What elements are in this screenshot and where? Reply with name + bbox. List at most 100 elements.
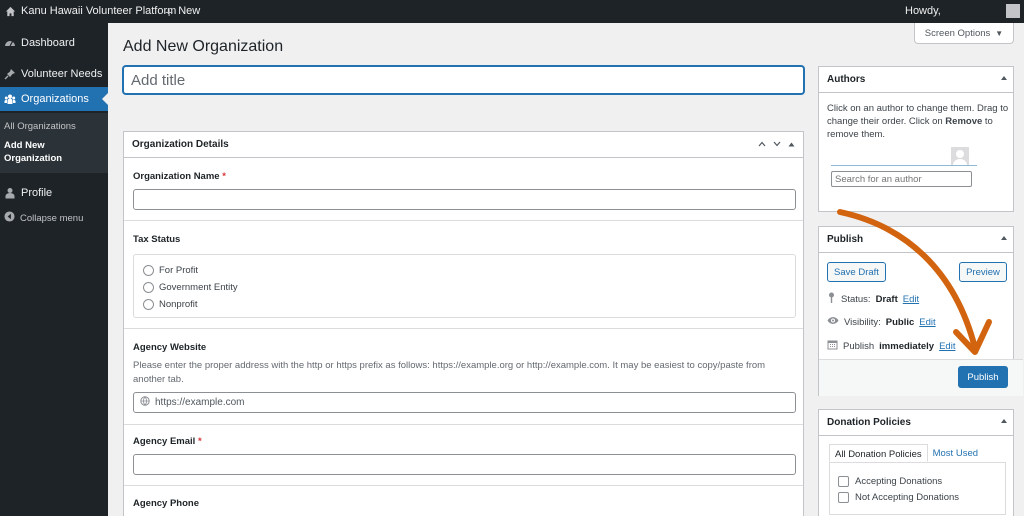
publish-heading: Publish (827, 234, 864, 245)
authors-description: Click on an author to change them. Drag … (827, 102, 1012, 141)
site-name-link[interactable]: Kanu Hawaii Volunteer Platform (5, 0, 176, 23)
screen-options-button[interactable]: Screen Options ▼ (914, 23, 1014, 44)
submenu-add-new-organization[interactable]: Add New Organization (4, 139, 74, 165)
radio-button[interactable] (143, 299, 154, 310)
admin-bar: Kanu Hawaii Volunteer Platform + New How… (0, 0, 1024, 23)
publish-header: Publish (819, 227, 1013, 253)
remove-keyword: Remove (945, 116, 983, 127)
toggle-panel-icon[interactable] (1001, 419, 1007, 423)
box-controls (758, 139, 795, 150)
pin-icon (4, 68, 16, 80)
authors-box: Authors Click on an author to change the… (818, 66, 1014, 212)
organizations-submenu: All Organizations Add New Organization (0, 113, 108, 173)
new-label: New (178, 5, 201, 17)
sidebar-item-profile[interactable]: Profile (0, 181, 108, 205)
howdy-text: Howdy, (905, 5, 941, 17)
sidebar-item-label: Dashboard (21, 37, 75, 49)
toggle-panel-icon[interactable] (788, 139, 795, 150)
organization-name-field[interactable] (133, 189, 796, 210)
organization-details-heading: Organization Details (132, 139, 229, 150)
tax-option-government-entity[interactable]: Government Entity (143, 282, 238, 293)
agency-phone-label: Agency Phone (133, 498, 199, 509)
eye-icon (827, 316, 839, 328)
screen-options-label: Screen Options (924, 27, 991, 39)
toggle-panel-icon[interactable] (1001, 236, 1007, 240)
website-placeholder: https://example.com (155, 397, 245, 408)
checkbox[interactable] (838, 476, 849, 487)
tab-all-donation-policies[interactable]: All Donation Policies (829, 444, 928, 462)
field-divider (124, 424, 803, 425)
page-title: Add New Organization (123, 38, 284, 55)
sidebar-item-dashboard[interactable]: Dashboard (0, 31, 108, 55)
publishing-actions: Publish (819, 359, 1023, 396)
field-divider (124, 328, 803, 329)
new-content-link[interactable]: + New (165, 0, 200, 23)
radio-label: Government Entity (159, 282, 238, 293)
checkbox[interactable] (838, 492, 849, 503)
collapse-menu-button[interactable]: Collapse menu (4, 211, 83, 225)
toggle-panel-icon[interactable] (1001, 76, 1007, 80)
title-input[interactable] (123, 66, 804, 94)
tax-status-options: For Profit Government Entity Nonprofit (133, 254, 796, 318)
agency-email-label: Agency Email * (133, 436, 202, 447)
field-divider (124, 485, 803, 486)
field-divider (124, 220, 803, 221)
agency-website-label: Agency Website (133, 342, 207, 353)
visibility-label: Visibility: (844, 316, 881, 328)
radio-label: Nonprofit (159, 299, 198, 310)
submenu-all-organizations[interactable]: All Organizations (4, 121, 76, 132)
collapse-label: Collapse menu (20, 212, 84, 224)
sidebar-item-volunteer-needs[interactable]: Volunteer Needs (0, 62, 108, 86)
radio-button[interactable] (143, 282, 154, 293)
agency-website-field[interactable]: https://example.com (133, 392, 796, 413)
schedule-label: Publish (843, 340, 875, 352)
sidebar-item-label: Profile (21, 187, 53, 199)
donation-policy-checklist: Accepting Donations Not Accepting Donati… (829, 462, 1006, 515)
admin-sidebar: Dashboard Volunteer Needs Organizations … (0, 23, 108, 516)
agency-email-field[interactable] (133, 454, 796, 475)
visibility-value: Public (885, 316, 915, 328)
authors-header: Authors (819, 67, 1013, 93)
tax-option-nonprofit[interactable]: Nonprofit (143, 299, 198, 310)
organization-name-label: Organization Name * (133, 171, 226, 182)
organization-name-label-text: Organization Name (133, 171, 220, 182)
visibility-row: Visibility: Public Edit (827, 316, 936, 328)
user-icon (4, 187, 16, 199)
home-icon (5, 6, 16, 17)
authors-heading: Authors (827, 74, 866, 85)
dashboard-icon (4, 37, 16, 49)
sidebar-item-label: Volunteer Needs (21, 68, 103, 80)
plus-icon: + (165, 3, 174, 20)
avatar[interactable] (1006, 4, 1020, 18)
pin-icon (827, 292, 836, 306)
tax-status-label: Tax Status (133, 234, 181, 245)
donation-policies-box: Donation Policies All Donation Policies … (818, 409, 1014, 516)
donation-option-accepting[interactable]: Accepting Donations (838, 476, 942, 487)
edit-schedule-link[interactable]: Edit (939, 341, 955, 352)
globe-icon (140, 396, 150, 409)
move-up-icon[interactable] (758, 139, 766, 150)
tab-most-used[interactable]: Most Used (928, 444, 983, 462)
agency-website-help: Please enter the proper address with the… (133, 360, 766, 385)
donation-option-not-accepting[interactable]: Not Accepting Donations (838, 492, 959, 503)
account-menu[interactable]: Howdy, (905, 0, 941, 23)
checkbox-label: Accepting Donations (855, 476, 943, 487)
edit-status-link[interactable]: Edit (903, 294, 919, 305)
author-search-input[interactable] (831, 171, 972, 187)
edit-visibility-link[interactable]: Edit (919, 317, 935, 328)
groups-icon (4, 93, 16, 105)
tax-option-for-profit[interactable]: For Profit (143, 265, 198, 276)
preview-button[interactable]: Preview (959, 262, 1007, 282)
sidebar-item-organizations[interactable]: Organizations (0, 87, 108, 111)
organization-details-box: Organization Details Organization Name *… (123, 131, 804, 516)
author-avatar-placeholder[interactable] (951, 147, 969, 165)
collapse-icon (4, 211, 15, 225)
sidebar-item-label: Organizations (21, 93, 89, 105)
save-draft-button[interactable]: Save Draft (827, 262, 886, 282)
publish-box: Publish Save Draft Preview Status: Draft… (818, 226, 1023, 396)
required-mark: * (222, 171, 226, 182)
caret-down-icon: ▼ (995, 28, 1004, 38)
move-down-icon[interactable] (773, 139, 781, 150)
publish-button[interactable]: Publish (958, 366, 1008, 388)
radio-button[interactable] (143, 265, 154, 276)
